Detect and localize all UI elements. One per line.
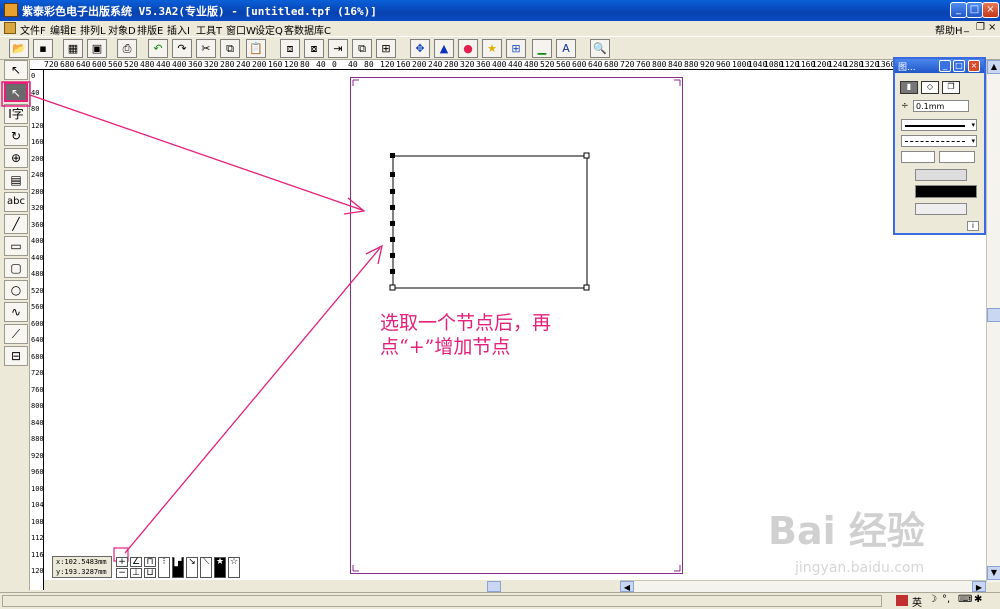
fill-icon[interactable]: ◇ — [921, 81, 939, 94]
status-bar: 英 ☽ °, ⌨ ✱ — [0, 592, 1000, 609]
palette-minimize-button[interactable]: _ — [939, 60, 951, 72]
to-curve-button[interactable]: ↘ — [186, 557, 198, 578]
moon-icon[interactable]: ☽ — [928, 594, 937, 605]
pen-icon[interactable]: ▮ — [900, 81, 918, 94]
shadow-icon[interactable]: ❐ — [942, 81, 960, 94]
line-palette: 图... _ □ × ▮ ◇ ❐ ÷ 0.1mm ▾ ▾ i — [893, 57, 986, 235]
punctuation-icon[interactable]: °, — [942, 594, 950, 605]
scroll-right-arrow[interactable]: ▶ — [972, 581, 986, 592]
status-message — [2, 595, 882, 607]
horizontal-scrollbar[interactable]: ◀ ▶ — [487, 580, 986, 592]
straighten-button[interactable]: ⟍ — [200, 557, 212, 578]
palette-title-bar: 图... _ □ × — [895, 59, 984, 73]
node-join-button[interactable]: ∠ — [130, 557, 142, 567]
keyboard-icon[interactable]: ⌨ — [958, 594, 972, 605]
palette-maximize-button[interactable]: □ — [953, 60, 965, 72]
ime-mode[interactable]: 英 — [912, 594, 922, 609]
settings-icon[interactable]: ✱ — [974, 594, 982, 605]
annotation-line-1: 选取一个节点后，再 — [380, 312, 552, 334]
end-arrow-select[interactable] — [939, 151, 975, 163]
node-smooth-button[interactable]: ⊓ — [144, 557, 156, 567]
info-button[interactable]: i — [967, 221, 979, 231]
palette-close-button[interactable]: × — [968, 60, 980, 72]
node-type-button[interactable]: ⁝ — [158, 557, 170, 578]
scroll-left-arrow[interactable]: ◀ — [620, 581, 634, 592]
line-style-select[interactable]: ▾ — [901, 119, 977, 131]
node-break-button[interactable]: ⊥ — [130, 568, 142, 578]
vertical-scrollbar[interactable]: ▲ ▼ — [986, 60, 1000, 582]
hscroll-thumb[interactable] — [487, 581, 501, 592]
y-coordinate: y:193.3287mm — [56, 568, 107, 576]
star-outline-icon[interactable]: ☆ — [228, 557, 240, 578]
scroll-thumb[interactable] — [987, 308, 1000, 322]
palette-title: 图... — [898, 63, 916, 73]
coordinate-panel: x:102.5483mm y:193.3287mm — [52, 556, 112, 578]
line-width-input[interactable]: 0.1mm — [913, 100, 969, 112]
pen-tool-buttons[interactable] — [915, 203, 967, 215]
delete-node-button[interactable]: − — [116, 568, 128, 578]
rectangle-shape[interactable] — [392, 155, 588, 289]
node-cusp-button[interactable]: ⊔ — [144, 568, 156, 578]
watermark-brand: Bai 经验 — [768, 509, 925, 553]
star-fill-icon[interactable]: ★ — [214, 557, 226, 578]
dash-style-select[interactable]: ▾ — [901, 135, 977, 147]
line-width-icon: ÷ — [901, 101, 909, 111]
join-style-buttons[interactable] — [915, 169, 967, 181]
start-arrow-select[interactable] — [901, 151, 935, 163]
scroll-up-arrow[interactable]: ▲ — [987, 60, 1000, 74]
x-coordinate: x:102.5483mm — [56, 558, 107, 566]
annotation-line-2: 点“+”增加节点 — [380, 336, 511, 358]
scroll-down-arrow[interactable]: ▼ — [987, 566, 1000, 580]
add-node-button[interactable]: + — [116, 557, 128, 567]
to-line-button[interactable]: ▛ — [172, 557, 184, 578]
watermark-url: jingyan.baidu.com — [795, 560, 925, 576]
ime-icon — [896, 595, 908, 606]
line-color-select[interactable] — [915, 185, 977, 198]
